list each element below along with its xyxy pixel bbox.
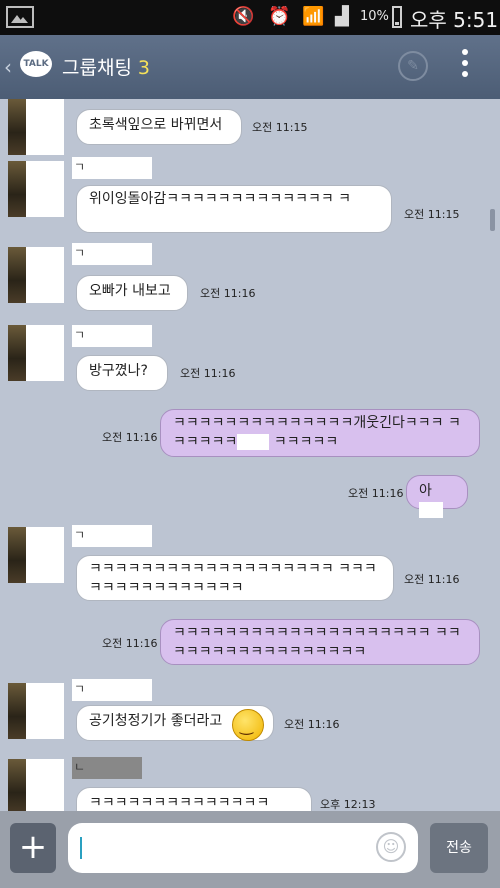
sender-name: ㄱ — [72, 325, 152, 347]
mute-notifications-icon[interactable]: ✎ — [398, 51, 428, 81]
wifi-icon: 📶 — [302, 6, 325, 27]
message-bubble: 위이잉돌아감ㅋㅋㅋㅋㅋㅋㅋㅋㅋㅋㅋㅋㅋ ㅋ — [76, 185, 392, 233]
message-time: 오전 11:16 — [102, 637, 158, 650]
message-bubble: 오빠가 내보고 — [76, 275, 188, 311]
gallery-icon — [6, 6, 34, 28]
avatar[interactable] — [8, 247, 64, 303]
message-time: 오전 11:16 — [200, 287, 256, 300]
kakaotalk-logo[interactable]: TALK — [20, 51, 52, 77]
message-time: 오전 11:16 — [404, 573, 460, 586]
message-text: ㅋㅋㅋㅋㅋㅋㅋㅋㅋㅋㅋㅋㅋㅋ개웃긴다ㅋㅋㅋ — [173, 415, 444, 431]
message-bubble: 방구꼈나? — [76, 355, 168, 391]
message-bubble: ㅋㅋㅋㅋㅋㅋㅋㅋㅋㅋㅋㅋㅋㅋㅋㅋㅋㅋㅋㅋ ㅋㅋㅋㅋㅋㅋㅋㅋㅋㅋㅋㅋㅋㅋㅋㅋㅋ — [160, 619, 480, 665]
text-cursor — [80, 837, 82, 859]
message-bubble: ㅋㅋㅋㅋㅋㅋㅋㅋㅋㅋㅋㅋㅋㅋㅋㅋㅋㅋㅋ ㅋㅋㅋㅋㅋㅋㅋㅋㅋㅋㅋㅋㅋㅋㅋ — [76, 555, 394, 601]
avatar[interactable] — [8, 99, 64, 155]
redaction — [237, 434, 270, 450]
sender-name: ㄱ — [72, 157, 152, 179]
scrollbar[interactable] — [490, 209, 495, 231]
avatar[interactable] — [8, 683, 64, 739]
chat-title: 그룹채팅 3 — [62, 53, 150, 80]
message-bubble: 초록색잎으로 바뀌면서 — [76, 109, 242, 145]
chat-title-text: 그룹채팅 — [62, 57, 132, 79]
emoticon-icon[interactable]: ☺ — [376, 832, 406, 862]
send-button[interactable]: 전송 — [430, 823, 488, 873]
avatar[interactable] — [8, 325, 64, 381]
member-count: 3 — [137, 57, 151, 79]
message-time: 오후 12:13 — [320, 798, 376, 811]
more-menu-icon[interactable] — [462, 49, 470, 82]
avatar[interactable] — [8, 759, 64, 811]
sender-name: ㄴ — [72, 757, 142, 779]
sender-name: ㄱ — [72, 679, 152, 701]
clock: 오후 5:51 — [410, 8, 499, 32]
smiley-emoticon — [232, 709, 264, 741]
battery-icon — [392, 6, 402, 28]
sender-name: ㄱ — [72, 243, 152, 265]
message-text: ㅋㅋㅋㅋㅋ — [273, 434, 339, 450]
alarm-icon: ⏰ — [268, 6, 291, 27]
message-time: 오전 11:15 — [404, 208, 460, 221]
message-list[interactable]: 초록색잎으로 바뀌면서 오전 11:15 ㄱ 위이잉돌아감ㅋㅋㅋㅋㅋㅋㅋㅋㅋㅋㅋ… — [0, 99, 500, 811]
message-time: 오전 11:16 — [102, 431, 158, 444]
chat-header: ‹ TALK 그룹채팅 3 ✎ — [0, 35, 500, 99]
mute-icon: 🔇 — [232, 6, 255, 27]
sender-name: ㄱ — [72, 525, 152, 547]
message-time: 오전 11:16 — [284, 718, 340, 731]
signal-icon: ▟ — [335, 6, 349, 27]
message-time: 오전 11:15 — [252, 121, 308, 134]
input-bar: + ☺ 전송 — [0, 811, 500, 888]
attach-button[interactable]: + — [10, 823, 56, 873]
message-bubble: 아 — [406, 475, 468, 518]
message-time: 오전 11:16 — [348, 487, 404, 500]
message-bubble: ㅋㅋㅋㅋㅋㅋㅋㅋㅋㅋㅋㅋㅋㅋ — [76, 787, 312, 811]
avatar[interactable] — [8, 161, 64, 217]
status-bar: 🔇 ⏰ 📶 ▟ 10% 오후 5:51 — [0, 0, 500, 35]
message-input[interactable]: ☺ — [68, 823, 418, 873]
avatar[interactable] — [8, 527, 64, 583]
battery-percent: 10% — [360, 9, 389, 24]
redaction — [419, 502, 443, 518]
message-time: 오전 11:16 — [180, 367, 236, 380]
back-icon[interactable]: ‹ — [4, 55, 12, 79]
message-bubble: ㅋㅋㅋㅋㅋㅋㅋㅋㅋㅋㅋㅋㅋㅋ개웃긴다ㅋㅋㅋ ㅋㅋㅋㅋㅋㅋ ㅋㅋㅋㅋㅋ — [160, 409, 480, 457]
message-text: 아 — [419, 483, 432, 499]
